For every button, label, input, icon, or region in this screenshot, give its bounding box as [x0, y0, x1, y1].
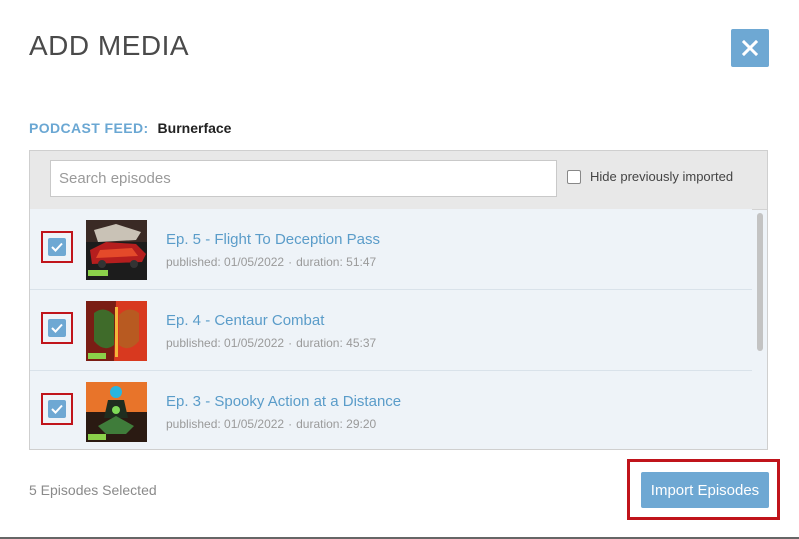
episode-checkbox[interactable]: [48, 238, 66, 256]
episode-row[interactable]: Ep. 3 - Spooky Action at a Distance publ…: [30, 371, 752, 449]
hide-previously-imported-toggle[interactable]: Hide previously imported: [567, 169, 733, 184]
checkmark-icon: [51, 323, 63, 333]
hide-previously-imported-label: Hide previously imported: [590, 169, 734, 184]
scrollbar-thumb[interactable]: [757, 213, 763, 351]
episode-meta: published: 01/05/2022 · duration: 29:20: [166, 417, 377, 431]
podcast-feed-name: Burnerface: [157, 120, 232, 136]
episode-panel: Hide previously imported: [29, 150, 768, 450]
episode-meta: published: 01/05/2022 · duration: 51:47: [166, 255, 377, 269]
episode-published: published: 01/05/2022: [166, 417, 285, 431]
episode-list-scrollbar[interactable]: [757, 211, 765, 449]
episode-title-link[interactable]: Ep. 5 - Flight To Deception Pass: [166, 231, 380, 248]
episode-checkbox-highlight: [41, 312, 73, 344]
close-icon: [742, 40, 758, 56]
selected-count: 5 Episodes Selected: [29, 482, 157, 498]
checkmark-icon: [51, 404, 63, 414]
episode-artwork-car: [86, 220, 147, 280]
modal-title: ADD MEDIA: [29, 30, 190, 61]
episode-panel-header: Hide previously imported: [30, 151, 767, 210]
search-episodes-input[interactable]: [50, 160, 557, 197]
episode-published: published: 01/05/2022: [166, 336, 285, 350]
episode-duration: duration: 51:47: [296, 255, 377, 269]
episode-artwork-figure: [86, 382, 147, 442]
episode-title-link[interactable]: Ep. 3 - Spooky Action at a Distance: [166, 393, 401, 410]
checkmark-icon: [51, 242, 63, 252]
episode-duration: duration: 29:20: [296, 417, 377, 431]
episode-row[interactable]: Ep. 5 - Flight To Deception Pass publish…: [30, 209, 752, 290]
podcast-feed-info: PODCAST FEED: Burnerface: [29, 120, 231, 136]
hide-previously-imported-checkbox[interactable]: [567, 169, 581, 184]
episode-checkbox[interactable]: [48, 400, 66, 418]
episode-published: published: 01/05/2022: [166, 255, 285, 269]
import-episodes-button[interactable]: Import Episodes: [641, 472, 769, 508]
episode-list: Ep. 5 - Flight To Deception Pass publish…: [30, 209, 752, 449]
episode-artwork-faces: [86, 301, 147, 361]
episode-title-link[interactable]: Ep. 4 - Centaur Combat: [166, 312, 324, 329]
close-button[interactable]: [731, 29, 769, 67]
episode-checkbox-highlight: [41, 393, 73, 425]
episode-checkbox-highlight: [41, 231, 73, 263]
podcast-feed-label: PODCAST FEED:: [29, 120, 149, 136]
episode-meta: published: 01/05/2022 · duration: 45:37: [166, 336, 377, 350]
episode-row[interactable]: Ep. 4 - Centaur Combat published: 01/05/…: [30, 290, 752, 371]
episode-duration: duration: 45:37: [296, 336, 377, 350]
episode-checkbox[interactable]: [48, 319, 66, 337]
